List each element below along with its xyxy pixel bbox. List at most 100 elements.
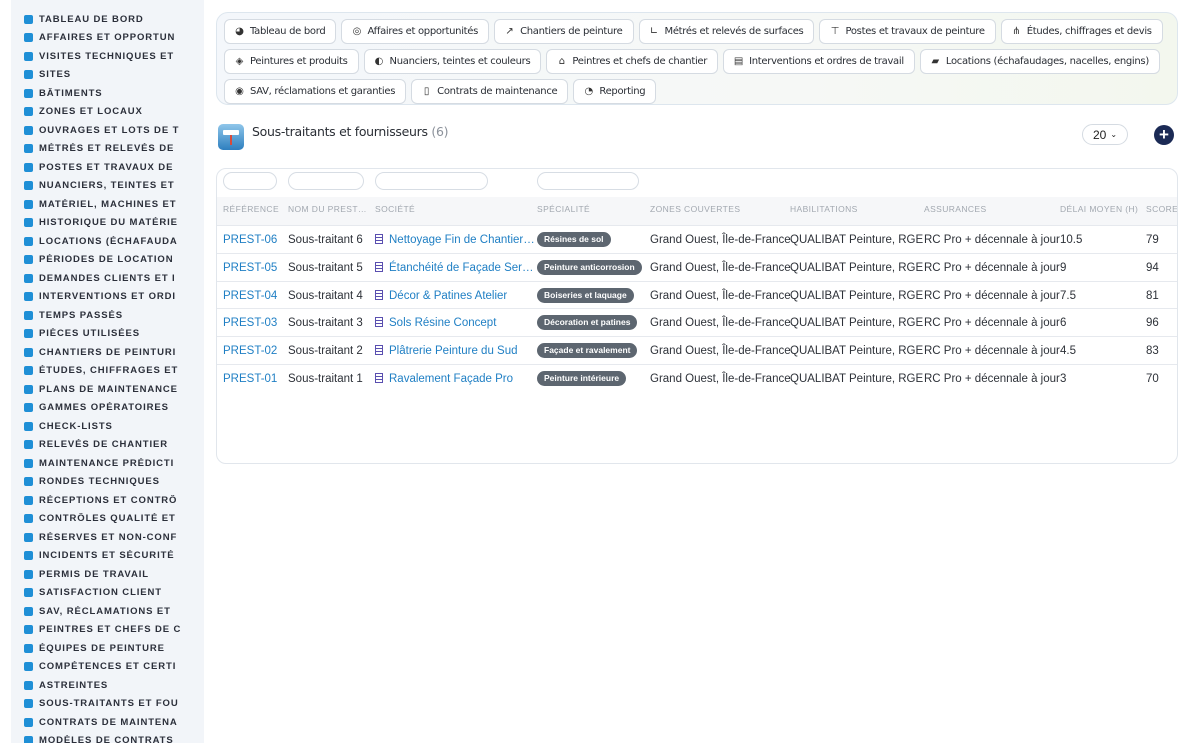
module-nav-button[interactable]: ⋔ Études, chiffrages et devis <box>1000 19 1163 44</box>
module-nav-button[interactable]: ⌂ Peintres et chefs de chantier <box>546 49 719 74</box>
column-header[interactable]: SCORE <box>1146 204 1177 214</box>
sidebar-item[interactable]: ÉQUIPES DE PEINTURE <box>11 639 204 658</box>
filter-input-specialty[interactable] <box>537 172 639 190</box>
module-nav-button[interactable]: ◉ SAV, réclamations et garanties <box>224 79 407 104</box>
sidebar-item[interactable]: CONTRATS DE MAINTENA <box>11 713 204 732</box>
sidebar-item-label: ASTREINTES <box>39 679 109 691</box>
sidebar-item[interactable]: HISTORIQUE DU MATÉRIE <box>11 214 204 233</box>
table-row[interactable]: PREST-05 Sous-traitant 5 Étanchéité de Faç… <box>217 252 1177 282</box>
module-nav-button[interactable]: ⊤ Postes et travaux de peinture <box>819 19 996 44</box>
module-nav-button[interactable]: ◔ Reporting <box>573 79 657 104</box>
table-row[interactable]: PREST-06 Sous-traitant 6 Nettoyage Fin de … <box>217 225 1177 254</box>
sidebar-item[interactable]: MAINTENANCE PRÉDICTI <box>11 454 204 473</box>
sidebar-item-icon <box>24 569 33 579</box>
sidebar-item[interactable]: MODÈLES DE CONTRATS <box>11 732 204 743</box>
reference-link[interactable]: PREST-01 <box>223 373 277 385</box>
chevron-down-icon: ⌄ <box>1110 130 1118 139</box>
sidebar-item[interactable]: ASTREINTES <box>11 676 204 695</box>
module-nav-button[interactable]: ◕ Tableau de bord <box>224 19 337 44</box>
module-nav-label: Interventions et ordres de travail <box>749 56 904 67</box>
sidebar-item-label: RONDES TECHNIQUES <box>39 476 160 488</box>
sidebar-item[interactable]: PEINTRES ET CHEFS DE C <box>11 621 204 640</box>
sidebar-item[interactable]: RELEVÉS DE CHANTIER <box>11 436 204 455</box>
sidebar-item[interactable]: BÂTIMENTS <box>11 84 204 103</box>
per-page-select[interactable]: 20 ⌄ <box>1082 124 1128 145</box>
sidebar-item[interactable]: ÉTUDES, CHIFFRAGES ET <box>11 362 204 381</box>
sidebar-item[interactable]: DEMANDES CLIENTS ET I <box>11 269 204 288</box>
sidebar-item[interactable]: CHECK-LISTS <box>11 417 204 436</box>
column-header[interactable]: RÉFÉRENCE <box>223 204 279 214</box>
sidebar-item[interactable]: ZONES ET LOCAUX <box>11 103 204 122</box>
company-link[interactable]: Sols Résine Concept <box>375 317 496 329</box>
sidebar-item[interactable]: MÉTRÉS ET RELEVÉS DE <box>11 140 204 159</box>
column-header[interactable]: SOCIÉTÉ <box>375 204 415 214</box>
sidebar-item[interactable]: RÉSERVES ET NON-CONF <box>11 528 204 547</box>
page-title-text: Sous-traitants et fournisseurs <box>252 124 428 139</box>
specialty-badge: Boiseries et laquage <box>537 287 634 303</box>
reference-link[interactable]: PREST-05 <box>223 262 277 274</box>
sidebar-item[interactable]: RONDES TECHNIQUES <box>11 473 204 492</box>
reference-link[interactable]: PREST-04 <box>223 290 277 302</box>
sidebar-item-label: NUANCIERS, TEINTES ET <box>39 180 175 192</box>
sidebar-item[interactable]: PERMIS DE TRAVAIL <box>11 565 204 584</box>
module-nav-button[interactable]: ▰ Locations (échafaudages, nacelles, engi… <box>919 49 1160 74</box>
sidebar-item[interactable]: INTERVENTIONS ET ORDI <box>11 288 204 307</box>
module-nav-label: Peintres et chefs de chantier <box>572 56 708 67</box>
sidebar-item[interactable]: PÉRIODES DE LOCATION <box>11 251 204 270</box>
company-link[interactable]: Ravalement Façade Pro <box>375 373 513 385</box>
column-header[interactable]: NOM DU PREST… <box>288 204 367 214</box>
module-nav-button[interactable]: ↗ Chantiers de peinture <box>494 19 634 44</box>
provider-name: Sous-traitant 2 <box>288 345 363 358</box>
sidebar-item[interactable]: CONTRÔLES QUALITÉ ET <box>11 510 204 529</box>
building-icon <box>375 261 383 272</box>
sidebar-item[interactable]: COMPÉTENCES ET CERTI <box>11 658 204 677</box>
column-header[interactable]: ASSURANCES <box>924 204 987 214</box>
sidebar-item-label: SITES <box>39 69 71 81</box>
module-nav-button[interactable]: ◎ Affaires et opportunités <box>341 19 490 44</box>
sidebar-item[interactable]: TEMPS PASSÉS <box>11 306 204 325</box>
sidebar-item[interactable]: SAV, RÉCLAMATIONS ET <box>11 602 204 621</box>
sidebar-item[interactable]: POSTES ET TRAVAUX DE <box>11 158 204 177</box>
module-nav-button[interactable]: ◈ Peintures et produits <box>224 49 359 74</box>
company-link[interactable]: Plâtrerie Peinture du Sud <box>375 345 518 357</box>
column-header[interactable]: SPÉCIALITÉ <box>537 204 590 214</box>
sidebar-item[interactable]: RÉCEPTIONS ET CONTRÔ <box>11 491 204 510</box>
sidebar-item[interactable]: LOCATIONS (ÉCHAFAUDA <box>11 232 204 251</box>
sidebar-item[interactable]: AFFAIRES ET OPPORTUN <box>11 29 204 48</box>
company-link[interactable]: Étanchéité de Façade Ser… <box>375 261 533 274</box>
reference-link[interactable]: PREST-03 <box>223 317 277 329</box>
sidebar-item[interactable]: SATISFACTION CLIENT <box>11 584 204 603</box>
sidebar-item[interactable]: SOUS-TRAITANTS ET FOU <box>11 695 204 714</box>
filter-input-reference[interactable] <box>223 172 277 190</box>
sidebar-item[interactable]: INCIDENTS ET SÉCURITÉ <box>11 547 204 566</box>
module-nav-button[interactable]: ◐ Nuanciers, teintes et couleurs <box>363 49 542 74</box>
column-header[interactable]: HABILITATIONS <box>790 204 858 214</box>
filter-input-company[interactable] <box>375 172 488 190</box>
sidebar-item[interactable]: GAMMES OPÉRATOIRES <box>11 399 204 418</box>
table-row[interactable]: PREST-03 Sous-traitant 3 Sols Résine Conce… <box>217 308 1177 337</box>
company-link[interactable]: Décor & Patines Atelier <box>375 289 507 302</box>
sidebar-item[interactable]: CHANTIERS DE PEINTURI <box>11 343 204 362</box>
reference-link[interactable]: PREST-02 <box>223 345 277 357</box>
sidebar-item[interactable]: PLANS DE MAINTENANCE <box>11 380 204 399</box>
sidebar-item[interactable]: NUANCIERS, TEINTES ET <box>11 177 204 196</box>
sidebar-item[interactable]: VISITES TECHNIQUES ET <box>11 47 204 66</box>
module-nav-button[interactable]: ▯ Contrats de maintenance <box>411 79 569 104</box>
table-row[interactable]: PREST-02 Sous-traitant 2 Plâtrerie Peintur… <box>217 336 1177 365</box>
table-row[interactable]: PREST-04 Sous-traitant 4 Décor & Patines A… <box>217 280 1177 310</box>
module-nav-button[interactable]: ∟ Métrés et relevés de surfaces <box>638 19 815 44</box>
sidebar-item[interactable]: MATÉRIEL, MACHINES ET <box>11 195 204 214</box>
filter-input-name[interactable] <box>288 172 364 190</box>
table-row[interactable]: PREST-01 Sous-traitant 1 Ravalement Façade… <box>217 364 1177 393</box>
sidebar-item-label: MODÈLES DE CONTRATS <box>39 735 174 743</box>
sidebar-item[interactable]: PIÈCES UTILISÉES <box>11 325 204 344</box>
column-header[interactable]: ZONES COUVERTES <box>650 204 740 214</box>
sidebar-item[interactable]: TABLEAU DE BORD <box>11 10 204 29</box>
module-nav-button[interactable]: ▤ Interventions et ordres de travail <box>723 49 915 74</box>
sidebar-item[interactable]: SITES <box>11 66 204 85</box>
sidebar-item[interactable]: OUVRAGES ET LOTS DE T <box>11 121 204 140</box>
column-header[interactable]: DÉLAI MOYEN (H) <box>1060 204 1138 214</box>
reference-link[interactable]: PREST-06 <box>223 234 277 246</box>
plus-circle-icon[interactable]: + <box>1154 125 1174 145</box>
company-link[interactable]: Nettoyage Fin de Chantier… <box>375 234 535 246</box>
